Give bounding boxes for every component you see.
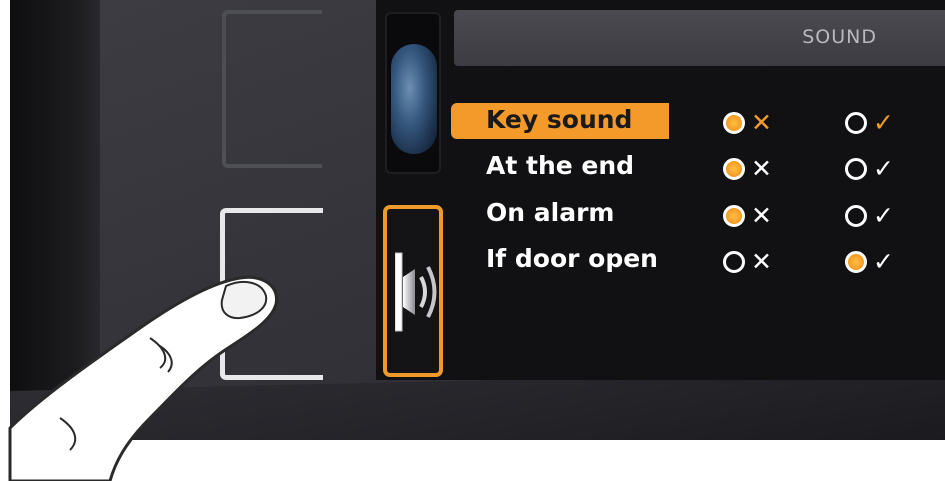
key-bottom-cap <box>286 164 322 168</box>
setting-label-key-sound[interactable]: Key sound <box>486 104 632 136</box>
radio-empty <box>845 111 867 134</box>
radio-empty <box>723 250 745 273</box>
key-top-cap <box>287 208 323 213</box>
on-icon: ✓ <box>873 108 894 137</box>
speaker-icon <box>395 252 437 332</box>
appliance-control-panel: SOUND Key sound ✕ ✓ At the end ✕ ✓ On al… <box>0 0 945 481</box>
finger-illustration <box>8 275 278 481</box>
on-alarm-on-option[interactable]: ✓ <box>845 203 894 228</box>
setting-label-at-the-end[interactable]: At the end <box>486 150 634 182</box>
screen-title-bar: SOUND <box>454 10 945 66</box>
on-icon: ✓ <box>873 201 894 230</box>
off-icon: ✕ <box>751 108 772 137</box>
if-door-open-on-option[interactable]: ✓ <box>845 249 894 274</box>
on-icon: ✓ <box>873 154 894 183</box>
radio-empty <box>845 157 867 180</box>
setting-label-on-alarm[interactable]: On alarm <box>486 197 614 229</box>
setting-label-if-door-open[interactable]: If door open <box>486 243 658 275</box>
off-icon: ✕ <box>751 247 772 276</box>
screen-title: SOUND <box>802 26 877 48</box>
menu-tile-globe[interactable] <box>385 12 441 174</box>
globe-icon <box>391 44 437 154</box>
sensor-key-up[interactable] <box>222 10 322 168</box>
on-icon: ✓ <box>873 247 894 276</box>
radio-empty <box>845 204 867 227</box>
key-top-cap <box>286 10 322 14</box>
at-the-end-off-option[interactable]: ✕ <box>723 156 772 181</box>
radio-selected <box>723 157 745 180</box>
radio-selected <box>723 111 745 134</box>
at-the-end-on-option[interactable]: ✓ <box>845 156 894 181</box>
key-sound-on-option[interactable]: ✓ <box>845 110 894 135</box>
off-icon: ✕ <box>751 201 772 230</box>
on-alarm-off-option[interactable]: ✕ <box>723 203 772 228</box>
key-sound-off-option[interactable]: ✕ <box>723 110 772 135</box>
radio-selected <box>845 250 867 273</box>
radio-selected <box>723 204 745 227</box>
menu-tile-sound[interactable] <box>383 205 443 377</box>
off-icon: ✕ <box>751 154 772 183</box>
if-door-open-off-option[interactable]: ✕ <box>723 249 772 274</box>
